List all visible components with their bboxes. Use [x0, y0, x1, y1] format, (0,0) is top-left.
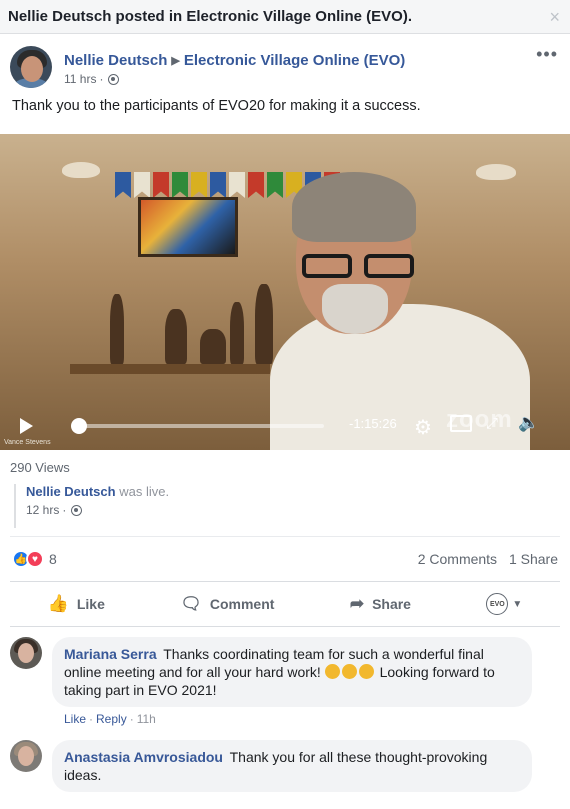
- volume-muted-icon[interactable]: 🔈: [518, 413, 539, 433]
- comment-reply-link[interactable]: Reply: [96, 712, 127, 726]
- close-icon[interactable]: ×: [549, 7, 560, 28]
- author-avatar[interactable]: [10, 46, 52, 88]
- speech-bubble-icon: 🗨: [180, 594, 202, 613]
- reaction-count: 8: [49, 551, 57, 567]
- view-count: 290 Views: [10, 459, 70, 475]
- post-as-selector[interactable]: EVO ▼: [486, 593, 522, 615]
- group-name-link[interactable]: Electronic Village Online (EVO): [184, 52, 405, 69]
- comments-count-link[interactable]: 2 Comments: [418, 551, 497, 567]
- caret-right-icon: ▶: [171, 55, 180, 67]
- comment-author-link[interactable]: Mariana Serra: [64, 646, 157, 662]
- comment-button[interactable]: 🗨 Comment: [180, 594, 274, 614]
- more-options-icon[interactable]: •••: [536, 44, 558, 65]
- dialog-title: Nellie Deutsch posted in Electronic Vill…: [8, 8, 412, 25]
- cast-icon[interactable]: [450, 415, 472, 432]
- reactions-summary[interactable]: 👍 ♥ 8: [12, 550, 57, 568]
- post-text: Thank you to the participants of EVO20 f…: [12, 98, 421, 114]
- love-reaction-icon: ♥: [26, 550, 44, 568]
- comment-bubble: Mariana Serra Thanks coordinating team f…: [52, 637, 532, 707]
- video-player[interactable]: Vance Stevens zoom -1:15:26 ⚙ ⤢ 🔈: [0, 134, 570, 450]
- gear-icon[interactable]: ⚙: [414, 415, 432, 440]
- chevron-down-icon: ▼: [512, 598, 523, 610]
- globe-icon: [71, 504, 83, 516]
- wall-painting: [138, 197, 238, 257]
- seek-bar[interactable]: [72, 424, 324, 428]
- share-arrow-icon: ➦: [349, 594, 365, 613]
- thumbs-up-icon: 👍: [47, 594, 69, 613]
- author-name-link[interactable]: Nellie Deutsch: [64, 52, 167, 69]
- seek-handle[interactable]: [71, 418, 87, 434]
- post-header: Nellie Deutsch ▶ Electronic Village Onli…: [0, 34, 570, 96]
- play-icon[interactable]: [20, 418, 33, 434]
- clapping-emoji-icon: [324, 664, 376, 680]
- comment: Mariana Serra Thanks coordinating team f…: [0, 627, 570, 726]
- like-button[interactable]: 👍 Like: [48, 594, 105, 614]
- commenter-avatar[interactable]: [10, 637, 42, 669]
- remaining-time: -1:15:26: [349, 416, 397, 431]
- comment-timestamp[interactable]: 11h: [137, 712, 156, 726]
- action-bar: 👍 Like 🗨 Comment ➦ Share EVO ▼: [10, 581, 560, 627]
- speaker-label: Vance Stevens: [4, 439, 51, 446]
- commenter-avatar[interactable]: [10, 740, 42, 772]
- comment: Anastasia Amvrosiadou Thank you for all …: [0, 726, 570, 792]
- engagement-stats: 👍 ♥ 8 2 Comments 1 Share: [0, 537, 570, 581]
- post-timestamp[interactable]: 11 hrs: [64, 72, 96, 86]
- comment-like-link[interactable]: Like: [64, 712, 86, 726]
- share-button[interactable]: ➦ Share: [350, 594, 411, 614]
- shared-action: was live.: [119, 484, 170, 499]
- shares-count-link[interactable]: 1 Share: [509, 551, 558, 567]
- shared-timestamp[interactable]: 12 hrs: [26, 503, 59, 517]
- shared-live-attachment: Nellie Deutsch was live. 12 hrs ·: [14, 484, 570, 528]
- post-dialog-header: Nellie Deutsch posted in Electronic Vill…: [0, 0, 570, 34]
- glasses: [302, 254, 414, 280]
- globe-icon: [108, 73, 120, 85]
- comment-author-link[interactable]: Anastasia Amvrosiadou: [64, 749, 223, 765]
- shared-author-link[interactable]: Nellie Deutsch: [26, 484, 116, 499]
- comment-bubble: Anastasia Amvrosiadou Thank you for all …: [52, 740, 532, 792]
- evo-page-icon: EVO: [486, 593, 509, 615]
- fullscreen-icon[interactable]: ⤢: [486, 415, 498, 432]
